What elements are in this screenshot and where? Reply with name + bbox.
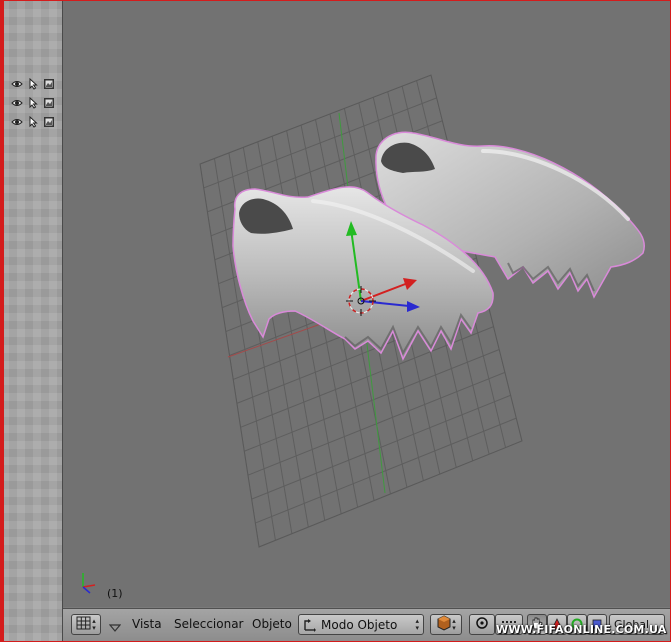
watermark-text: WWW.FIFAONLINE.COM.UA xyxy=(496,623,667,636)
mode-dropdown[interactable]: Modo Objeto ▴ ▾ xyxy=(298,614,424,635)
cursor-icon[interactable] xyxy=(27,77,39,90)
menu-object[interactable]: Objeto xyxy=(252,617,292,631)
grid-line xyxy=(244,349,500,452)
updown-arrows: ▴ ▾ xyxy=(92,616,96,632)
frame-counter: (1) xyxy=(107,587,123,600)
editor-type-button[interactable]: ▴ ▾ xyxy=(71,614,101,635)
menu-view[interactable]: Vista xyxy=(132,617,162,631)
pivot-icon xyxy=(475,615,489,634)
render-icon[interactable] xyxy=(43,97,55,109)
grid-line xyxy=(251,394,511,500)
shading-button[interactable]: ▴ ▾ xyxy=(430,614,462,635)
pivot-button[interactable] xyxy=(469,614,495,635)
render-icon[interactable] xyxy=(43,116,55,128)
mode-label: Modo Objeto xyxy=(321,617,398,632)
3d-viewport[interactable]: (1) xyxy=(63,1,670,607)
eye-icon[interactable] xyxy=(11,78,23,90)
eye-icon[interactable] xyxy=(11,116,23,128)
outliner-panel xyxy=(1,1,63,641)
blender-window: (1) ▴ ▾ Vista Seleccionar Objeto Modo Obj… xyxy=(0,0,671,642)
grid-icon xyxy=(76,615,92,634)
grid-line xyxy=(255,417,517,524)
triangle-down-icon[interactable] xyxy=(108,618,122,637)
axis-orientation-widget xyxy=(82,573,96,594)
window-edge xyxy=(1,1,4,641)
outliner-row[interactable] xyxy=(11,77,55,90)
render-icon[interactable] xyxy=(43,78,55,90)
updown-arrows: ▴ ▾ xyxy=(415,616,419,632)
outliner-row[interactable] xyxy=(11,96,55,109)
cursor-icon[interactable] xyxy=(27,96,39,109)
cursor-icon[interactable] xyxy=(27,115,39,128)
outliner-row[interactable] xyxy=(11,115,55,128)
viewport-scene[interactable] xyxy=(63,1,670,607)
solid-shading-icon xyxy=(436,614,452,635)
object-mode-icon xyxy=(303,618,317,632)
menu-select[interactable]: Seleccionar xyxy=(174,617,243,631)
eye-icon[interactable] xyxy=(11,97,23,109)
updown-arrows: ▴ ▾ xyxy=(452,616,456,632)
